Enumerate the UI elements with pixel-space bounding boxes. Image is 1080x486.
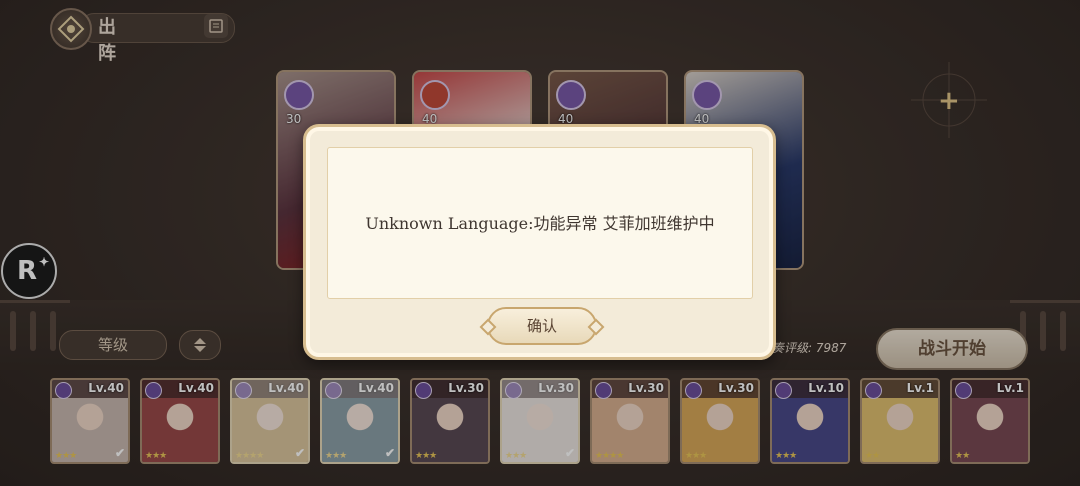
confirm-button[interactable]: 确认 [487, 307, 597, 345]
dialog-message: Unknown Language:功能异常 艾菲加班维护中 [365, 214, 715, 233]
dialog-content-panel: Unknown Language:功能异常 艾菲加班维护中 [327, 147, 753, 299]
notice-dialog: Unknown Language:功能异常 艾菲加班维护中 确认 [303, 124, 776, 360]
